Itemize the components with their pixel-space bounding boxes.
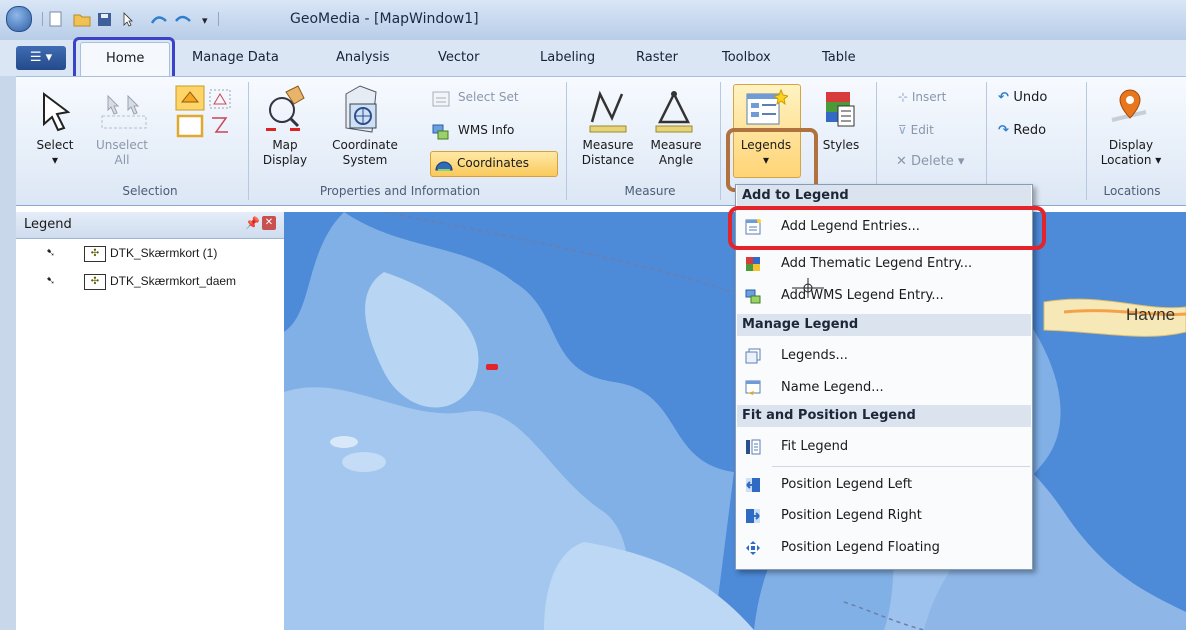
- unselect-all-button[interactable]: Unselect All: [90, 138, 154, 168]
- redo-arrow-icon: ↷: [998, 123, 1014, 138]
- undo-arrow-icon: ↶: [998, 90, 1014, 105]
- properties-group-label: Properties and Information: [319, 184, 481, 198]
- menu-item-add-thematic-legend-entry[interactable]: Add Thematic Legend Entry...: [737, 249, 1031, 279]
- display-location-button[interactable]: Display Location ▾: [1094, 138, 1168, 168]
- quick-access-toolbar: ▾: [42, 11, 219, 27]
- selection-mode-icons: [175, 85, 231, 138]
- map-point-marker: [486, 364, 498, 370]
- tab-manage-data[interactable]: Manage Data: [192, 50, 279, 65]
- select-arrow-icon: [43, 92, 71, 132]
- measure-distance-icon: [589, 90, 627, 133]
- legend-panel-title: Legend: [24, 217, 72, 232]
- locations-group-label: Locations: [1103, 184, 1161, 198]
- coordinate-system-button[interactable]: Coordinate System: [330, 138, 400, 168]
- menu-item-legends[interactable]: Legends...: [737, 341, 1031, 371]
- menu-item-position-legend-floating[interactable]: Position Legend Floating: [737, 533, 1031, 563]
- pointer-icon: ➷: [46, 275, 56, 287]
- fit-legend-icon: [746, 439, 761, 455]
- select-button[interactable]: Select ▾: [30, 138, 80, 168]
- position-floating-icon: [746, 541, 760, 555]
- undo-icon: [150, 16, 167, 24]
- open-folder-icon: [73, 14, 91, 27]
- new-document-icon: [49, 11, 62, 27]
- svg-text:▾: ▾: [202, 14, 208, 27]
- tab-analysis[interactable]: Analysis: [336, 50, 390, 65]
- menu-item-position-legend-left[interactable]: Position Legend Left: [737, 470, 1031, 500]
- edit-icon: ⊽: [898, 123, 911, 137]
- menu-item-fit-legend[interactable]: Fit Legend: [737, 432, 1031, 462]
- window-left-edge: [0, 76, 16, 630]
- insert-icon: ⊹: [898, 90, 912, 104]
- window-title: GeoMedia - [MapWindow1]: [290, 11, 479, 27]
- menu-section-header: Manage Legend: [737, 314, 1031, 336]
- tab-raster[interactable]: Raster: [636, 50, 678, 65]
- insert-button[interactable]: ⊹ Insert: [898, 90, 946, 104]
- measure-angle-button[interactable]: Measure Angle: [644, 138, 708, 168]
- measure-angle-icon: [655, 91, 693, 133]
- geomedia-logo-icon[interactable]: [6, 6, 32, 32]
- legend-panel-header: Legend 📌 ✕: [16, 212, 284, 239]
- undo-button[interactable]: ↶ Undo: [998, 90, 1047, 105]
- wms-info-button[interactable]: WMS Info: [458, 123, 514, 137]
- coordinate-system-icon: [345, 85, 377, 133]
- menu-item-position-legend-right[interactable]: Position Legend Right: [737, 501, 1031, 531]
- position-left-icon: [746, 478, 760, 492]
- edit-button[interactable]: ⊽ Edit: [898, 123, 934, 137]
- select-set-button[interactable]: Select Set: [458, 90, 519, 104]
- highlight-add-legend-entries: [728, 206, 1046, 250]
- application-menu-button[interactable]: ☰ ▾: [16, 46, 66, 70]
- menu-section-header: Add to Legend: [737, 185, 1031, 207]
- pin-icon[interactable]: 📌: [245, 216, 260, 230]
- redo-button[interactable]: ↷ Redo: [998, 123, 1046, 138]
- layer-symbol-icon: ✣: [84, 246, 106, 262]
- layer-symbol-icon: ✣: [84, 274, 106, 290]
- styles-icon: [826, 92, 855, 127]
- menu-item-add-wms-legend-entry[interactable]: Add WMS Legend Entry...: [737, 281, 1031, 311]
- measure-group-label: Measure: [624, 184, 676, 198]
- menu-item-name-legend[interactable]: Name Legend...: [737, 373, 1031, 403]
- selection-group-label: Selection: [122, 184, 178, 198]
- map-display-icon: [266, 85, 305, 131]
- tab-table[interactable]: Table: [822, 50, 856, 65]
- delete-button[interactable]: ✕ Delete ▾: [896, 154, 964, 169]
- pointer-icon: ➷: [46, 247, 56, 259]
- crosshair-cursor-icon: [792, 278, 824, 298]
- styles-button[interactable]: Styles: [816, 138, 866, 153]
- measure-distance-button[interactable]: Measure Distance: [576, 138, 640, 168]
- wms-legend-icon: [745, 289, 761, 304]
- thematic-legend-icon: [746, 257, 760, 271]
- coordinates-button[interactable]: Coordinates: [430, 151, 558, 177]
- delete-icon: ✕: [896, 154, 912, 169]
- highlight-legends-button: [726, 128, 818, 192]
- name-legend-icon: [745, 380, 761, 395]
- legends-list-icon: [745, 348, 761, 364]
- select-tool-icon: [123, 12, 133, 27]
- tab-vector[interactable]: Vector: [438, 50, 479, 65]
- redo-icon: [175, 15, 191, 22]
- display-location-icon: [1111, 89, 1147, 122]
- unselect-all-icon: [101, 94, 147, 129]
- menu-section-header: Fit and Position Legend: [737, 405, 1031, 427]
- legends-icon: [746, 88, 788, 125]
- coordinates-icon: [435, 161, 453, 171]
- tab-toolbox[interactable]: Toolbox: [722, 50, 771, 65]
- tab-labeling[interactable]: Labeling: [540, 50, 595, 65]
- title-bar: ▾ GeoMedia - [MapWindow1]: [0, 0, 1186, 41]
- close-panel-icon[interactable]: ✕: [262, 216, 276, 230]
- position-right-icon: [746, 509, 760, 523]
- select-set-icon: [432, 91, 450, 107]
- map-display-button[interactable]: Map Display: [260, 138, 310, 168]
- map-place-label: Havne: [1126, 305, 1176, 324]
- wms-info-icon: [432, 124, 449, 140]
